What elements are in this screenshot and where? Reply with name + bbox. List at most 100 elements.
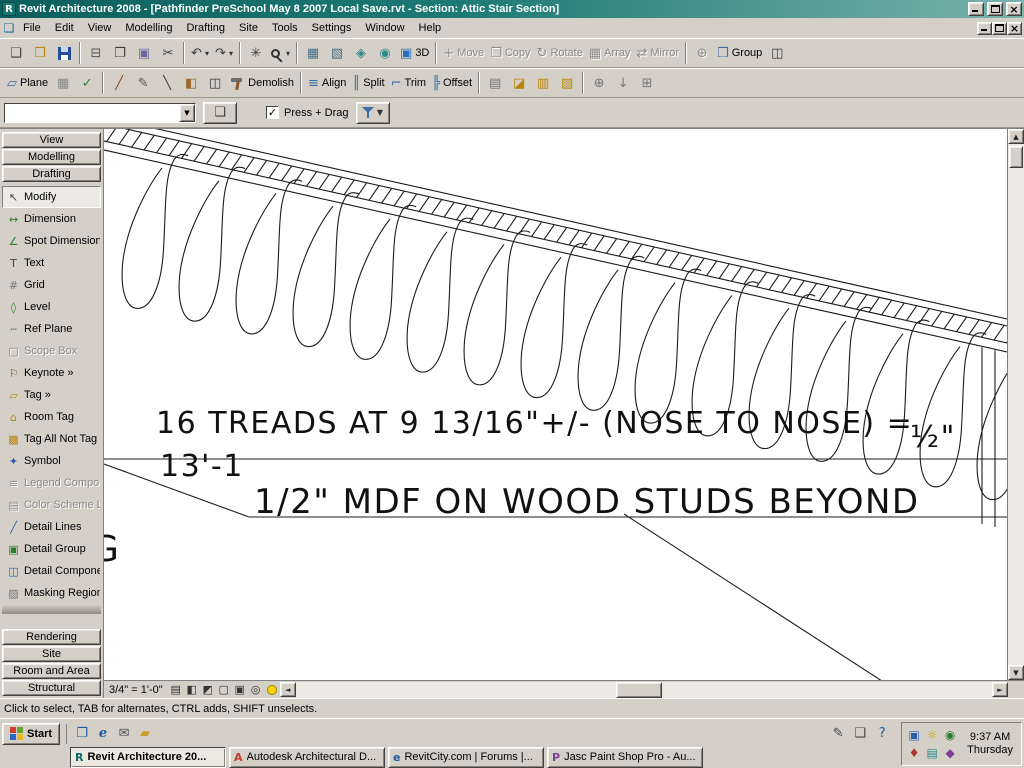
tool-keynote[interactable]: ⚐ Keynote » [2,362,101,384]
pencil-icon[interactable]: ✎ [829,725,847,743]
tool-grid[interactable]: # Grid [2,274,101,296]
copy-button[interactable]: ❐ [108,41,132,65]
redo-button[interactable]: ↷ ▾ [212,41,236,65]
tool-modify[interactable]: ↖ Modify [2,186,101,208]
hide-isolate-icon[interactable]: ◎ [248,682,264,697]
ungroup-button[interactable]: ◫ [765,41,789,65]
menu-site[interactable]: Site [232,19,265,37]
tool-scope-box[interactable]: ▢ Scope Box [2,340,101,362]
tool-dimension[interactable]: ↔ Dimension [2,208,101,230]
tray-icon-misc[interactable]: ◆ [942,745,958,761]
designbar-tab-drafting[interactable]: Drafting [2,166,101,182]
demolish-button[interactable]: Demolish [227,71,297,95]
drafting-view-button[interactable]: ▥ [531,71,555,95]
undo-button[interactable]: ↶ ▾ [188,41,212,65]
revit-app-icon[interactable]: R [2,2,16,16]
task-revit[interactable]: R Revit Architecture 20... [70,746,226,768]
maximize-button[interactable] [987,2,1003,16]
tape-measure-button[interactable]: ╱ [107,71,131,95]
tool-tag-all[interactable]: ▩ Tag All Not Tag [2,428,101,450]
tray-icon-graphics[interactable]: ▤ [924,745,940,761]
print-button[interactable]: ⊟ [84,41,108,65]
ie-icon[interactable]: e [94,725,112,743]
tray-icon-network[interactable]: ◉ [942,727,958,743]
mirror-button[interactable]: ⇄ Mirror [633,41,682,65]
tool-detail-lines[interactable]: ╱ Detail Lines [2,516,101,538]
drawing-canvas[interactable]: 16 TREADS AT 9 13/16"+/- (NOSE TO NOSE) … [104,129,1008,680]
doc-minimize-button[interactable] [977,21,992,35]
menu-modelling[interactable]: Modelling [118,19,179,37]
pin-button[interactable]: ⊕ [690,41,714,65]
split-face-button[interactable]: ◫ [203,71,227,95]
work-plane-grid-button[interactable]: ▦ [51,71,75,95]
filter-button[interactable]: ▼ [355,101,390,124]
design-options-button[interactable]: ▧ [325,41,349,65]
cut-button[interactable]: ✂ [156,41,180,65]
callout-button[interactable]: ◪ [507,71,531,95]
manage-links-button[interactable]: ⊞ [635,71,659,95]
linework-button[interactable]: ╲ [155,71,179,95]
group-button[interactable]: ❒ Group [714,41,765,65]
new-button[interactable]: ❏ [4,41,28,65]
notes-icon[interactable]: ❑ [851,725,869,743]
scroll-left-icon[interactable]: ◄ [279,682,296,697]
show-crop-icon[interactable]: ▣ [232,682,248,697]
tray-icon-antivirus[interactable]: ♦ [906,745,922,761]
model-graphics-icon[interactable]: ◧ [184,682,200,697]
task-autodesk[interactable]: A Autodesk Architectural D... [229,746,385,768]
doc-close-button[interactable]: × [1007,21,1022,35]
copy-tool-button[interactable]: ❐ Copy [487,41,533,65]
tray-icon-display[interactable]: ▣ [906,727,922,743]
horizontal-scrollbar[interactable] [295,681,992,698]
import-button[interactable]: ↓ [611,71,635,95]
menu-help[interactable]: Help [412,19,449,37]
paste-button[interactable]: ▣ [132,41,156,65]
designbar-tab-site[interactable]: Site [2,646,101,662]
crop-region-icon[interactable]: ▢ [216,682,232,697]
tool-level[interactable]: ◊ Level [2,296,101,318]
menu-settings[interactable]: Settings [305,19,359,37]
vertical-scroll-thumb[interactable] [1009,146,1023,168]
folder-icon[interactable]: ▰ [136,725,154,743]
task-revitcity[interactable]: e RevitCity.com | Forums |... [388,746,544,768]
view-scale[interactable]: 3/4" = 1'-0" [104,684,168,696]
offset-button[interactable]: ╠ Offset [429,71,475,95]
split-button[interactable]: ║ Split [349,71,387,95]
designbar-tab-view[interactable]: View [2,132,101,148]
rotate-button[interactable]: ↻ Rotate [534,41,586,65]
tool-room-tag[interactable]: ⌂ Room Tag [2,406,101,428]
minimize-button[interactable] [968,2,984,16]
tool-text[interactable]: T Text [2,252,101,274]
vertical-scrollbar[interactable]: ▲ ▼ [1008,129,1024,680]
designbar-tab-room-and-area[interactable]: Room and Area [2,663,101,679]
scroll-up-icon[interactable]: ▲ [1008,129,1024,144]
reveal-hidden-icon[interactable] [264,682,280,697]
match-type-button[interactable]: ✎ [131,71,155,95]
show-desktop-icon[interactable]: ❐ [73,725,91,743]
worksets-button[interactable]: ▦ [301,41,325,65]
help-icon[interactable]: ? [873,725,891,743]
press-drag-checkbox[interactable] [266,106,279,119]
tool-ref-plane[interactable]: ┄ Ref Plane [2,318,101,340]
horizontal-scroll-thumb[interactable] [615,681,662,698]
tool-detail-component[interactable]: ◫ Detail Compone [2,560,101,582]
menu-file[interactable]: File [16,19,48,37]
menu-view[interactable]: View [81,19,119,37]
section-box-button[interactable]: ▧ [555,71,579,95]
doc-restore-button[interactable] [992,21,1007,35]
tool-color-scheme[interactable]: ▤ Color Scheme L [2,494,101,516]
start-button[interactable]: Start [2,722,61,745]
type-selector[interactable]: ▼ [4,102,196,123]
designbar-tab-rendering[interactable]: Rendering [2,629,101,645]
view-window-button[interactable]: ▤ [483,71,507,95]
menu-window[interactable]: Window [358,19,411,37]
properties-button[interactable]: ❏ [203,101,237,124]
tool-legend-component[interactable]: ≡ Legend Compor [2,472,101,494]
default-3d-button[interactable]: ▣ 3D [397,41,432,65]
designbar-tab-modelling[interactable]: Modelling [2,149,101,165]
dynamic-view-button[interactable]: ◈ [349,41,373,65]
zoom-button[interactable]: ▾ [268,41,293,65]
scroll-down-icon[interactable]: ▼ [1008,665,1024,680]
thin-lines-button[interactable]: ✳ [244,41,268,65]
mail-icon[interactable]: ✉ [115,725,133,743]
